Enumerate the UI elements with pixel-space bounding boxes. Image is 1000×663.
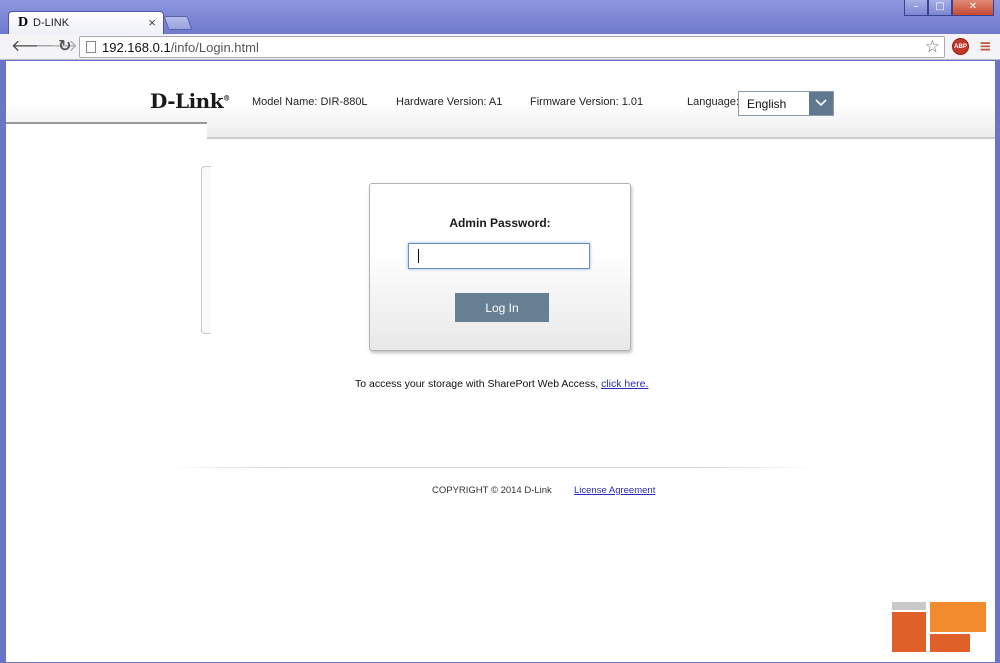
- url-text[interactable]: 192.168.0.1/info/Login.html: [102, 40, 259, 55]
- menu-icon[interactable]: ≡: [979, 38, 992, 54]
- shareport-text: To access your storage with SharePort We…: [355, 378, 649, 390]
- shareport-link[interactable]: click here.: [601, 378, 648, 390]
- close-window-button[interactable]: ✕: [952, 0, 994, 16]
- tab-close-icon[interactable]: ×: [148, 15, 156, 30]
- tab-title: D-LINK: [33, 17, 70, 29]
- browser-toolbar: 🡐 🡒 ↻ 192.168.0.1/info/Login.html ☆: [0, 34, 1000, 60]
- language-select[interactable]: English: [738, 91, 834, 116]
- address-bar[interactable]: 192.168.0.1/info/Login.html ☆: [79, 36, 945, 58]
- blank-overlay: [6, 122, 207, 355]
- side-panel-edge: [201, 166, 211, 334]
- firmware-version: Firmware Version: 1.01: [530, 96, 644, 108]
- forward-arrow-icon[interactable]: 🡒: [35, 38, 78, 54]
- login-button[interactable]: Log In: [455, 293, 549, 322]
- login-box: Admin Password: Log In: [369, 183, 631, 351]
- dlink-favicon-icon: D: [18, 15, 29, 30]
- admin-password-input[interactable]: [408, 243, 590, 269]
- browser-titlebar: D D-LINK × – □ ✕: [0, 0, 1000, 34]
- minimize-button[interactable]: –: [904, 0, 928, 16]
- language-label: Language:: [687, 96, 739, 108]
- watermark-logo-icon: [892, 602, 986, 652]
- window-controls: – □ ✕: [904, 0, 994, 16]
- hardware-version: Hardware Version: A1: [396, 96, 503, 108]
- page-icon: [86, 41, 96, 53]
- text-caret: [418, 249, 419, 263]
- language-value: English: [747, 97, 787, 111]
- page-viewport: D-Link® Model Name: DIR-880L Hardware Ve…: [6, 61, 995, 662]
- star-icon[interactable]: ☆: [925, 37, 940, 57]
- reload-icon[interactable]: ↻: [58, 38, 71, 54]
- browser-tab[interactable]: D D-LINK ×: [8, 11, 164, 34]
- model-name: Model Name: DIR-880L: [252, 96, 368, 108]
- adblock-icon[interactable]: ABP: [952, 38, 969, 55]
- footer-divider: [166, 467, 816, 468]
- dlink-logo: D-Link®: [150, 89, 230, 113]
- chevron-down-icon[interactable]: [809, 92, 833, 115]
- license-agreement-link[interactable]: License Agreement: [574, 485, 655, 496]
- maximize-button[interactable]: □: [928, 0, 952, 16]
- admin-password-label: Admin Password:: [449, 216, 551, 230]
- copyright-text: COPYRIGHT © 2014 D-Link: [432, 485, 552, 496]
- new-tab-button[interactable]: [163, 16, 193, 30]
